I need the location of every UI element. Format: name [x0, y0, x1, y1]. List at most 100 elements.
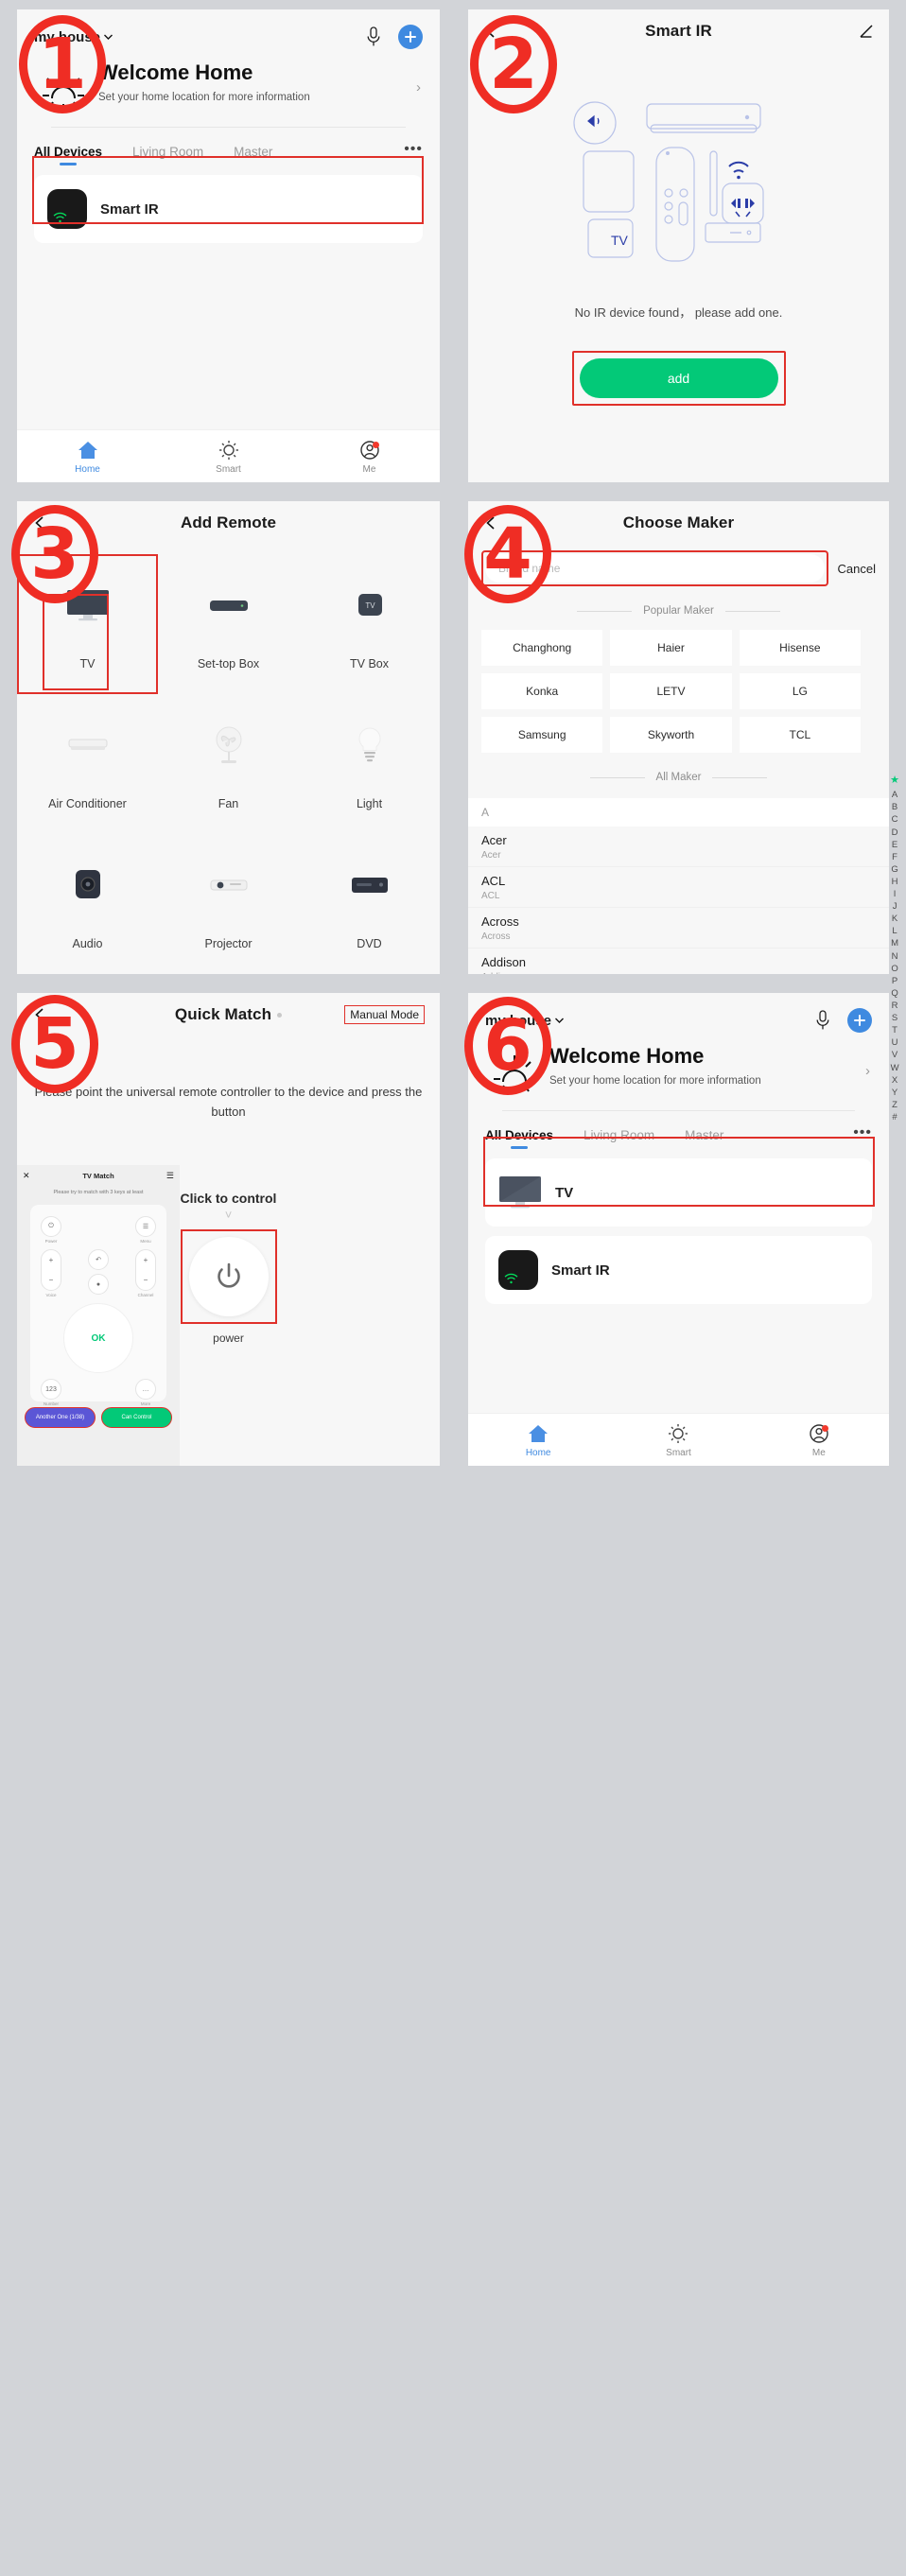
- alpha-index-letter[interactable]: J: [893, 900, 897, 913]
- alpha-index-letter[interactable]: H: [892, 876, 898, 888]
- remote-type-dvd[interactable]: DVD: [299, 834, 440, 974]
- tabs-more-button[interactable]: •••: [853, 1124, 872, 1149]
- microphone-icon[interactable]: [815, 1010, 830, 1031]
- more-icon: …: [135, 1379, 156, 1400]
- alpha-index-letter[interactable]: W: [891, 1062, 899, 1074]
- hamburger-menu-icon[interactable]: ☰: [166, 1171, 174, 1181]
- close-icon[interactable]: ✕: [23, 1171, 30, 1181]
- remote-type-audio[interactable]: Audio: [17, 834, 158, 974]
- alpha-index-letter[interactable]: I: [894, 888, 897, 900]
- maker-name: Across: [481, 914, 519, 929]
- inset-key-menu[interactable]: ☰ Menu: [134, 1216, 157, 1244]
- alpha-index-letter[interactable]: T: [892, 1024, 897, 1036]
- edit-button[interactable]: [859, 24, 874, 39]
- alpha-index-letter[interactable]: X: [892, 1074, 897, 1087]
- welcome-text-block: Welcome Home Set your home location for …: [549, 1042, 856, 1089]
- inset-key-voice[interactable]: + − Voice: [40, 1249, 62, 1297]
- maker-sub: ACL: [481, 891, 500, 901]
- maker-cell[interactable]: Haier: [610, 630, 732, 666]
- list-item[interactable]: Addison Addison: [468, 949, 889, 974]
- alpha-index-letter[interactable]: M: [891, 937, 898, 949]
- manual-mode-button[interactable]: Manual Mode: [344, 1005, 425, 1024]
- inset-key-channel[interactable]: + − Channel: [134, 1249, 157, 1297]
- remote-type-label: Audio: [72, 937, 103, 950]
- alpha-index-letter[interactable]: A: [892, 789, 897, 801]
- tab-living-room[interactable]: Living Room: [132, 145, 203, 165]
- remote-type-set-top-box[interactable]: Set-top Box: [158, 554, 299, 694]
- nav-me[interactable]: Me: [299, 439, 440, 475]
- alpha-index-letter[interactable]: V: [892, 1049, 897, 1061]
- alpha-index-letter[interactable]: Y: [892, 1087, 897, 1099]
- maker-cell[interactable]: Konka: [481, 673, 603, 709]
- maker-cell[interactable]: Hisense: [739, 630, 861, 666]
- remote-type-tv-box[interactable]: TV TV Box: [299, 554, 440, 694]
- alpha-index-letter[interactable]: N: [892, 950, 898, 963]
- tab-master[interactable]: Master: [234, 145, 272, 165]
- inset-key-more[interactable]: … More: [134, 1379, 157, 1406]
- tab-master[interactable]: Master: [685, 1128, 723, 1149]
- alpha-index-letter[interactable]: O: [891, 963, 897, 975]
- power-button[interactable]: [188, 1236, 269, 1316]
- remote-type-air-conditioner[interactable]: Air Conditioner: [17, 694, 158, 834]
- alpha-index-star[interactable]: ★: [890, 774, 899, 788]
- list-item[interactable]: Across Across: [468, 908, 889, 949]
- list-item[interactable]: Acer Acer: [468, 827, 889, 867]
- back-icon[interactable]: ↶: [88, 1249, 109, 1270]
- remote-type-projector[interactable]: Projector: [158, 834, 299, 974]
- another-one-button[interactable]: Another One (1/38): [25, 1407, 96, 1428]
- remote-type-light[interactable]: Light: [299, 694, 440, 834]
- alpha-index-letter[interactable]: G: [891, 863, 897, 876]
- alpha-index-letter[interactable]: #: [892, 1111, 897, 1123]
- alpha-index-letter[interactable]: Q: [891, 987, 897, 1000]
- maker-cell[interactable]: Skyworth: [610, 717, 732, 753]
- step-badge-6: 6: [464, 997, 551, 1095]
- alphabet-index[interactable]: ★ A B C D E F G H I J K L M N O P Q R S T U V W X Y Z #: [890, 774, 899, 1123]
- alpha-index-letter[interactable]: L: [892, 925, 897, 937]
- remote-type-label: Light: [356, 797, 383, 810]
- maker-cell[interactable]: LG: [739, 673, 861, 709]
- device-list: Smart IR: [17, 165, 440, 243]
- add-device-button[interactable]: [398, 25, 423, 49]
- microphone-icon[interactable]: [366, 26, 381, 47]
- dpad-ok-button[interactable]: OK: [63, 1303, 133, 1373]
- alpha-index-letter[interactable]: C: [892, 813, 898, 826]
- remote-type-fan[interactable]: Fan: [158, 694, 299, 834]
- alpha-index-letter[interactable]: E: [892, 839, 897, 851]
- nav-home[interactable]: Home: [17, 439, 158, 475]
- wifi-icon: [53, 212, 67, 223]
- alpha-index-letter[interactable]: F: [892, 851, 897, 863]
- alpha-index-letter[interactable]: Z: [892, 1099, 897, 1111]
- maker-cell[interactable]: Changhong: [481, 630, 603, 666]
- step-badge-4: 4: [464, 505, 551, 603]
- nav-smart[interactable]: Smart: [158, 439, 299, 475]
- nav-smart[interactable]: Smart: [608, 1422, 748, 1458]
- add-button[interactable]: add: [579, 358, 778, 398]
- add-device-button[interactable]: [847, 1008, 872, 1033]
- alpha-index-letter[interactable]: U: [892, 1036, 898, 1049]
- maker-cell[interactable]: TCL: [739, 717, 861, 753]
- inset-key-number[interactable]: 123 Number: [40, 1379, 62, 1406]
- home-icon[interactable]: ●: [88, 1274, 109, 1295]
- nav-me[interactable]: Me: [749, 1422, 889, 1458]
- bottom-navigation: Home Smart Me: [468, 1413, 889, 1466]
- maker-cell[interactable]: Samsung: [481, 717, 603, 753]
- alpha-index-letter[interactable]: B: [892, 801, 897, 813]
- alpha-index-letter[interactable]: R: [892, 1000, 898, 1012]
- tab-all-devices[interactable]: All Devices: [34, 145, 102, 165]
- alpha-index-letter[interactable]: D: [892, 827, 898, 839]
- cancel-button[interactable]: Cancel: [838, 562, 876, 576]
- alpha-index-letter[interactable]: S: [892, 1012, 897, 1024]
- tabs-more-button[interactable]: •••: [404, 141, 423, 165]
- can-control-button[interactable]: Can Control: [101, 1407, 172, 1428]
- inset-key-power[interactable]: ⏻ Power: [40, 1216, 62, 1244]
- tab-living-room[interactable]: Living Room: [584, 1128, 654, 1149]
- device-card-tv[interactable]: TV: [485, 1158, 872, 1227]
- list-item[interactable]: ACL ACL: [468, 867, 889, 908]
- nav-home[interactable]: Home: [468, 1422, 608, 1458]
- device-card-smart-ir[interactable]: Smart IR: [34, 175, 423, 243]
- alpha-index-letter[interactable]: K: [892, 913, 897, 925]
- tab-all-devices[interactable]: All Devices: [485, 1128, 553, 1149]
- device-card-smart-ir[interactable]: Smart IR: [485, 1236, 872, 1304]
- maker-cell[interactable]: LETV: [610, 673, 732, 709]
- alpha-index-letter[interactable]: P: [892, 975, 897, 987]
